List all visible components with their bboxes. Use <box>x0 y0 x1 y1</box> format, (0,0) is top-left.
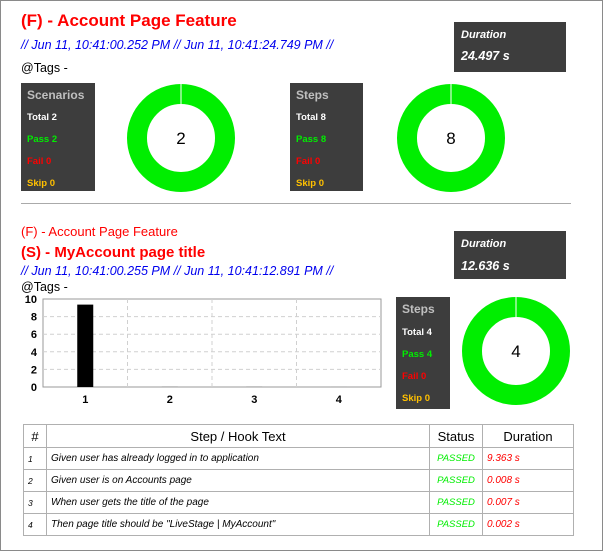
steps-total: Total 4 <box>402 327 432 338</box>
scenario-steps-stats-box: Steps Total 4 Pass 4 Fail 0 Skip 0 <box>396 297 450 409</box>
row-num: 1 <box>23 447 47 470</box>
y-tick-label: 8 <box>31 312 37 324</box>
row-step-text: When user gets the title of the page <box>46 491 430 514</box>
steps-fail: Fail 0 <box>296 156 321 167</box>
col-header-duration: Duration <box>482 424 574 448</box>
steps-stats-box: Steps Total 8 Pass 8 Fail 0 Skip 0 <box>290 83 363 191</box>
row-duration: 0.002 s <box>482 513 574 536</box>
col-header-text: Step / Hook Text <box>46 424 430 448</box>
row-status: PASSED <box>429 513 483 536</box>
scenario-steps-donut-value: 4 <box>511 342 520 361</box>
row-duration: 9.363 s <box>482 447 574 470</box>
row-step-text: Then page title should be "LiveStage | M… <box>46 513 430 536</box>
x-tick-label: 4 <box>336 394 343 406</box>
scenario-steps-donut-chart: 4 <box>462 297 570 405</box>
table-row: 3 When user gets the title of the page P… <box>23 491 574 514</box>
y-tick-label: 2 <box>31 364 37 376</box>
duration-label: Duration <box>461 29 507 41</box>
scenarios-header: Scenarios <box>27 88 85 102</box>
table-header-row: # Step / Hook Text Status Duration <box>23 424 574 448</box>
row-status: PASSED <box>429 447 483 470</box>
scenarios-skip: Skip 0 <box>27 178 55 189</box>
row-duration: 0.007 s <box>482 491 574 514</box>
row-num: 2 <box>23 469 47 492</box>
y-tick-label: 10 <box>25 294 37 306</box>
row-duration: 0.008 s <box>482 469 574 492</box>
scenario-title: (S) - MyAccount page title <box>21 244 206 261</box>
duration-value: 24.497 s <box>461 49 510 63</box>
row-step-text: Given user has already logged in to appl… <box>46 447 430 470</box>
table-row: 1 Given user has already logged in to ap… <box>23 447 574 470</box>
scenarios-stats-box: Scenarios Total 2 Pass 2 Fail 0 Skip 0 <box>21 83 95 191</box>
duration-label: Duration <box>461 238 507 250</box>
scenarios-pass: Pass 2 <box>27 134 58 145</box>
steps-skip: Skip 0 <box>402 393 430 404</box>
x-tick-label: 3 <box>251 394 257 406</box>
row-num: 4 <box>23 513 47 536</box>
steps-donut-value: 8 <box>446 129 455 148</box>
scenario-tags: @Tags - <box>21 280 68 294</box>
duration-value: 12.636 s <box>461 259 510 273</box>
x-tick-label: 1 <box>82 394 88 406</box>
steps-skip: Skip 0 <box>296 178 324 189</box>
scenarios-total: Total 2 <box>27 112 57 123</box>
y-tick-label: 6 <box>31 329 37 341</box>
scenarios-donut-chart: 2 <box>127 84 235 192</box>
table-row: 2 Given user is on Accounts page PASSED … <box>23 469 574 492</box>
feature-duration-box: Duration 24.497 s <box>454 22 566 72</box>
steps-total: Total 8 <box>296 112 326 123</box>
steps-header: Steps <box>402 302 435 316</box>
col-header-status: Status <box>429 424 483 448</box>
scenario-duration-box: Duration 12.636 s <box>454 231 566 279</box>
section-divider <box>21 203 571 204</box>
feature-title: (F) - Account Page Feature <box>21 11 237 30</box>
row-status: PASSED <box>429 491 483 514</box>
x-tick-label: 2 <box>167 394 173 406</box>
scenario-times: // Jun 11, 10:41:00.255 PM // Jun 11, 10… <box>21 264 334 278</box>
report-frame: (F) - Account Page Feature // Jun 11, 10… <box>0 0 603 551</box>
steps-pass: Pass 4 <box>402 349 433 360</box>
scenario-feature-label: (F) - Account Page Feature <box>21 224 178 239</box>
step-duration-bar-chart: 02468101 2 3 4 <box>25 294 382 406</box>
y-tick-label: 4 <box>31 347 38 359</box>
bar-step-1 <box>77 304 94 387</box>
steps-fail: Fail 0 <box>402 371 427 382</box>
y-tick-label: 0 <box>31 382 37 394</box>
row-num: 3 <box>23 491 47 514</box>
steps-pass: Pass 8 <box>296 134 327 145</box>
col-header-num: # <box>23 424 47 448</box>
table-row: 4 Then page title should be "LiveStage |… <box>23 513 574 536</box>
scenarios-fail: Fail 0 <box>27 156 52 167</box>
row-status: PASSED <box>429 469 483 492</box>
scenarios-donut-value: 2 <box>176 129 185 148</box>
feature-times: // Jun 11, 10:41:00.252 PM // Jun 11, 10… <box>21 38 334 52</box>
steps-donut-chart: 8 <box>397 84 505 192</box>
steps-table: # Step / Hook Text Status Duration 1 Giv… <box>23 424 574 536</box>
row-step-text: Given user is on Accounts page <box>46 469 430 492</box>
feature-tags: @Tags - <box>21 61 68 75</box>
steps-header: Steps <box>296 88 329 102</box>
